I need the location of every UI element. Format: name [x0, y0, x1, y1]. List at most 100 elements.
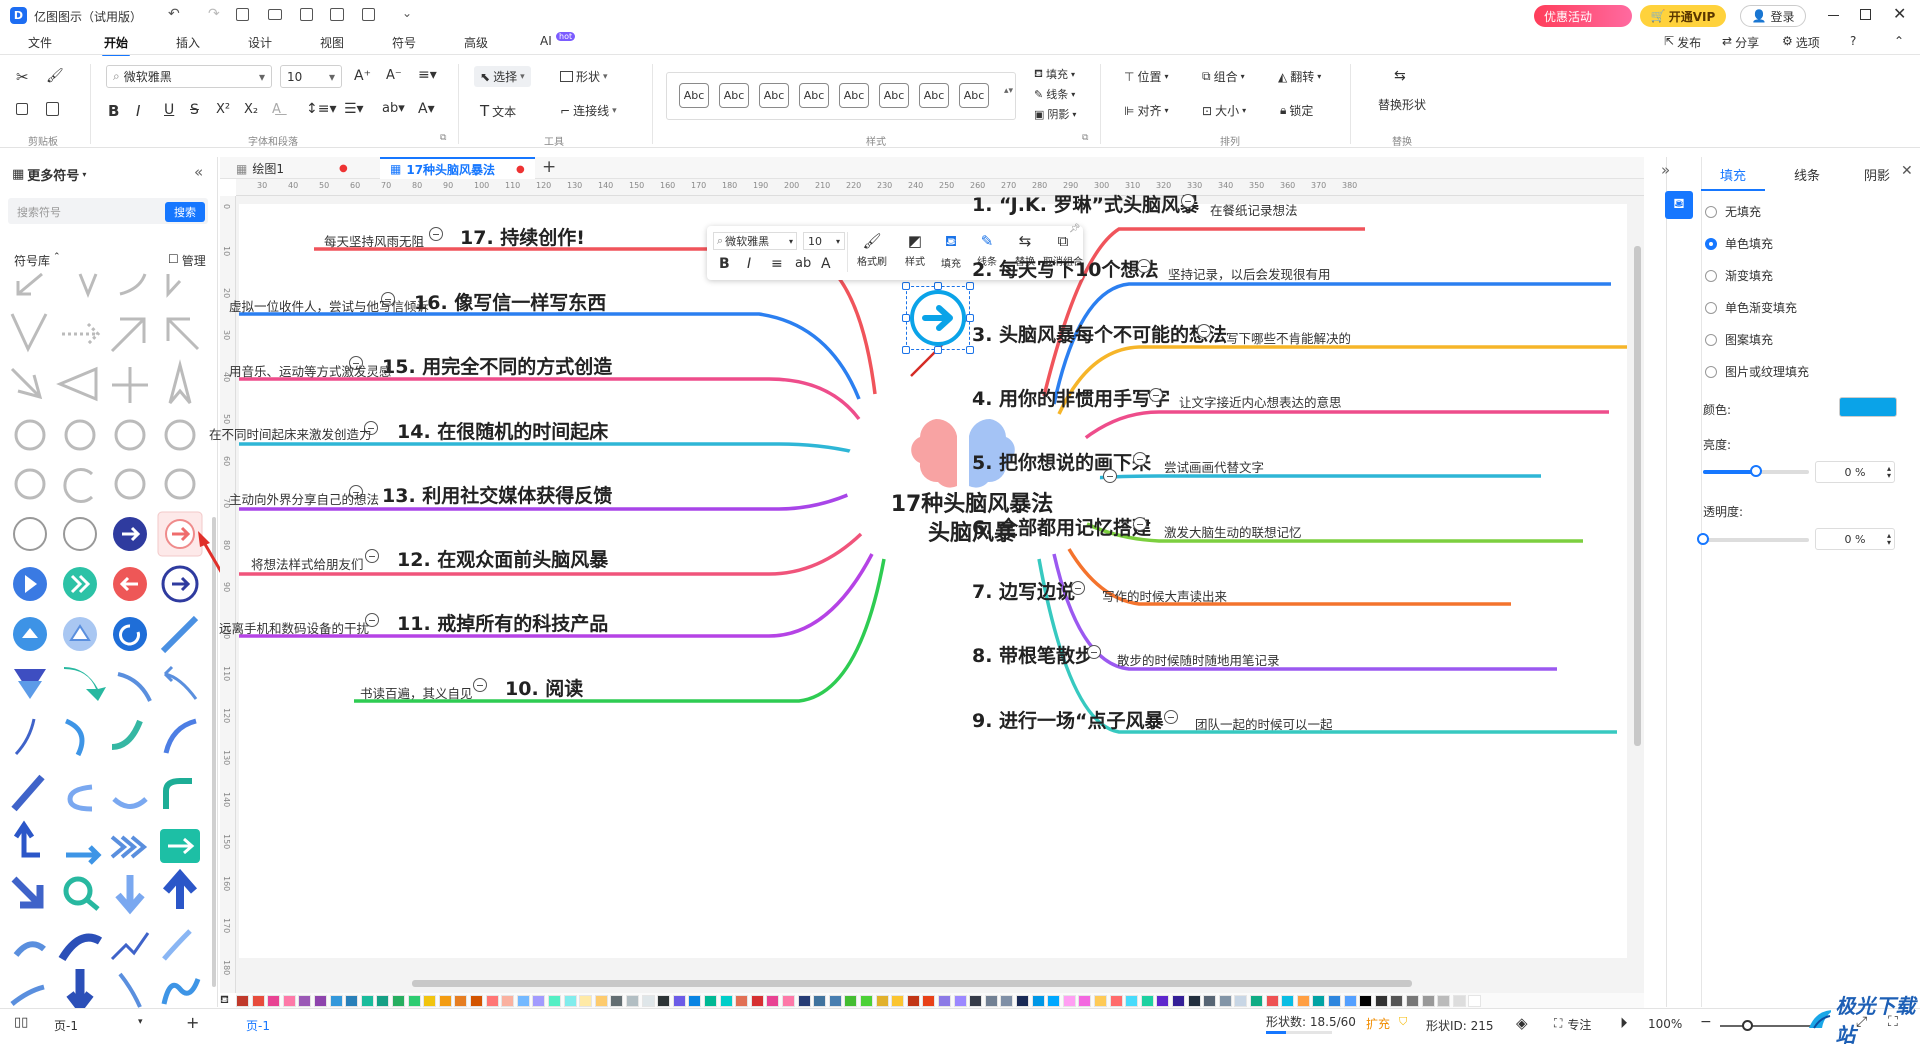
- branch-label[interactable]: 3. 头脑风暴每个不可能的想法: [972, 320, 1227, 347]
- text-effect-icon[interactable]: ab▾: [382, 101, 405, 116]
- color-swatch-item[interactable]: [517, 995, 530, 1007]
- color-swatch-item[interactable]: [876, 995, 889, 1007]
- collapse-toggle-icon[interactable]: [429, 227, 443, 241]
- color-swatch-item[interactable]: [1063, 995, 1076, 1007]
- transparency-input[interactable]: 0 %▴▾: [1815, 528, 1895, 550]
- tab-fill[interactable]: 填充: [1701, 165, 1765, 191]
- branch-note[interactable]: 让文字接近内心想表达的意思: [1179, 392, 1342, 411]
- selected-arrow-shape[interactable]: [906, 286, 970, 350]
- branch-note[interactable]: 尝试画画代替文字: [1164, 457, 1264, 476]
- publish-button[interactable]: ⇱发布: [1664, 34, 1701, 51]
- branch-note[interactable]: 在餐纸记录想法: [1210, 200, 1298, 219]
- resize-handle[interactable]: [966, 346, 974, 354]
- connector-tool-button[interactable]: ⌐连接线▾: [560, 102, 617, 119]
- color-swatch-item[interactable]: [907, 995, 920, 1007]
- color-swatch-item[interactable]: [954, 995, 967, 1007]
- color-swatch-item[interactable]: [844, 995, 857, 1007]
- branch-label[interactable]: 14. 在很随机的时间起床: [397, 417, 608, 444]
- align-button[interactable]: ⊫对齐▾: [1124, 102, 1168, 119]
- layers-icon[interactable]: ◈: [1516, 1014, 1528, 1032]
- zoom-level[interactable]: 100%: [1648, 1017, 1682, 1031]
- color-swatch-item[interactable]: [1219, 995, 1232, 1007]
- font-color-icon[interactable]: A▾: [418, 101, 435, 117]
- more-icon[interactable]: ⌄: [402, 6, 412, 20]
- color-swatch-item[interactable]: [1078, 995, 1091, 1007]
- close-icon[interactable]: ✕: [1893, 4, 1906, 23]
- resize-handle[interactable]: [902, 346, 910, 354]
- fill-option[interactable]: 单色渐变填充: [1705, 299, 1797, 316]
- branch-note[interactable]: 写作的时候大声读出来: [1102, 586, 1227, 605]
- expand-panel-icon[interactable]: »: [1661, 161, 1681, 179]
- fill-button[interactable]: ⛾填充▾: [1034, 66, 1075, 82]
- tab-home[interactable]: 开始: [104, 34, 128, 51]
- new-tab-icon[interactable]: +: [542, 157, 556, 177]
- collapse-toggle-icon[interactable]: [1181, 194, 1195, 208]
- fill-option[interactable]: 图片或纹理填充: [1705, 363, 1809, 380]
- color-swatch-item[interactable]: [1468, 995, 1481, 1007]
- color-swatch-item[interactable]: [252, 995, 265, 1007]
- color-swatch[interactable]: [1839, 397, 1897, 417]
- cut-icon[interactable]: ✂: [16, 68, 29, 86]
- color-swatch-item[interactable]: [1032, 995, 1045, 1007]
- shrink-font-icon[interactable]: A⁻: [386, 68, 402, 83]
- library-header[interactable]: 符号库⌃: [14, 252, 61, 269]
- branch-note[interactable]: 散步的时候随时随地用笔记录: [1117, 650, 1280, 669]
- style-preset[interactable]: Abc: [959, 83, 989, 108]
- color-swatch-item[interactable]: [532, 995, 545, 1007]
- color-swatch-item[interactable]: [1203, 995, 1216, 1007]
- collapse-panel-icon[interactable]: «: [194, 163, 203, 181]
- vip-button[interactable]: 🛒开通VIP: [1640, 5, 1726, 27]
- lock-button[interactable]: 🔒︎锁定: [1280, 102, 1313, 119]
- symbol-search-input[interactable]: 搜索符号 搜索: [8, 198, 208, 224]
- zoom-slider[interactable]: [1720, 1025, 1820, 1027]
- font-dialog-launcher-icon[interactable]: ⧉: [440, 133, 446, 143]
- resize-handle[interactable]: [934, 346, 942, 354]
- brightness-thumb[interactable]: [1750, 465, 1762, 477]
- text-case-icon[interactable]: A͟: [272, 102, 281, 117]
- style-preset[interactable]: Abc: [879, 83, 909, 108]
- paste-icon[interactable]: [46, 102, 59, 116]
- branch-note[interactable]: 每天坚持风雨无阻: [324, 231, 424, 250]
- color-swatch-item[interactable]: [345, 995, 358, 1007]
- branch-label[interactable]: 5. 把你想说的画下来: [972, 448, 1151, 475]
- float-fill-button[interactable]: ⛾填充: [933, 232, 969, 270]
- share-button[interactable]: ⇄分享: [1722, 34, 1759, 51]
- fit-page-icon[interactable]: ⤢: [1856, 1014, 1867, 1030]
- replace-shape-icon[interactable]: ⇆: [1394, 68, 1406, 84]
- color-swatch-item[interactable]: [673, 995, 686, 1007]
- style-dialog-launcher-icon[interactable]: ⧉: [1082, 133, 1088, 143]
- color-swatch-item[interactable]: [766, 995, 779, 1007]
- color-swatch-item[interactable]: [486, 995, 499, 1007]
- print-icon[interactable]: [330, 8, 344, 21]
- collapse-toggle-icon[interactable]: [1133, 452, 1147, 466]
- transparency-thumb[interactable]: [1697, 533, 1709, 545]
- page-layout-icon[interactable]: ▯▯: [14, 1015, 28, 1030]
- color-picker-icon[interactable]: ⛾: [220, 993, 229, 1008]
- collapse-toggle-icon[interactable]: [1149, 388, 1163, 402]
- color-swatch-item[interactable]: [1390, 995, 1403, 1007]
- branch-note[interactable]: 将想法样式给朋友们: [251, 554, 364, 573]
- shape-tool-button[interactable]: 形状▾: [560, 68, 608, 85]
- color-swatch-item[interactable]: [1281, 995, 1294, 1007]
- branch-note[interactable]: 书读百遍，其义自见: [360, 683, 473, 702]
- select-tool-button[interactable]: ⬉选择▾: [474, 66, 531, 87]
- canvas[interactable]: 17种头脑风暴法 头脑风暴 ↻ ⌕微软雅黑▾ 10▾ B I ≡ ab A 🖌格…: [236, 196, 1644, 993]
- collapse-toggle-icon[interactable]: [1103, 469, 1117, 483]
- color-swatch-item[interactable]: [922, 995, 935, 1007]
- line-spacing-icon[interactable]: ↕≡▾: [306, 101, 337, 117]
- zoom-out-icon[interactable]: −: [1700, 1014, 1712, 1030]
- collapse-ribbon-icon[interactable]: ⌃: [1894, 34, 1904, 48]
- color-swatch-item[interactable]: [969, 995, 982, 1007]
- format-painter-icon[interactable]: 🖌: [46, 68, 64, 84]
- color-swatch-item[interactable]: [829, 995, 842, 1007]
- fill-option[interactable]: 单色填充: [1705, 235, 1773, 252]
- new-icon[interactable]: [236, 8, 249, 21]
- fill-option[interactable]: 无填充: [1705, 203, 1761, 220]
- branch-note[interactable]: 团队一起的时候可以一起: [1195, 714, 1333, 733]
- vertical-scrollbar[interactable]: [1634, 246, 1641, 746]
- branch-label[interactable]: 7. 边写边说: [972, 577, 1075, 604]
- branch-label[interactable]: 16. 像写信一样写东西: [414, 288, 606, 315]
- horizontal-scrollbar[interactable]: [412, 980, 1412, 987]
- redo-icon[interactable]: ↷: [208, 6, 220, 22]
- color-swatch-item[interactable]: [1000, 995, 1013, 1007]
